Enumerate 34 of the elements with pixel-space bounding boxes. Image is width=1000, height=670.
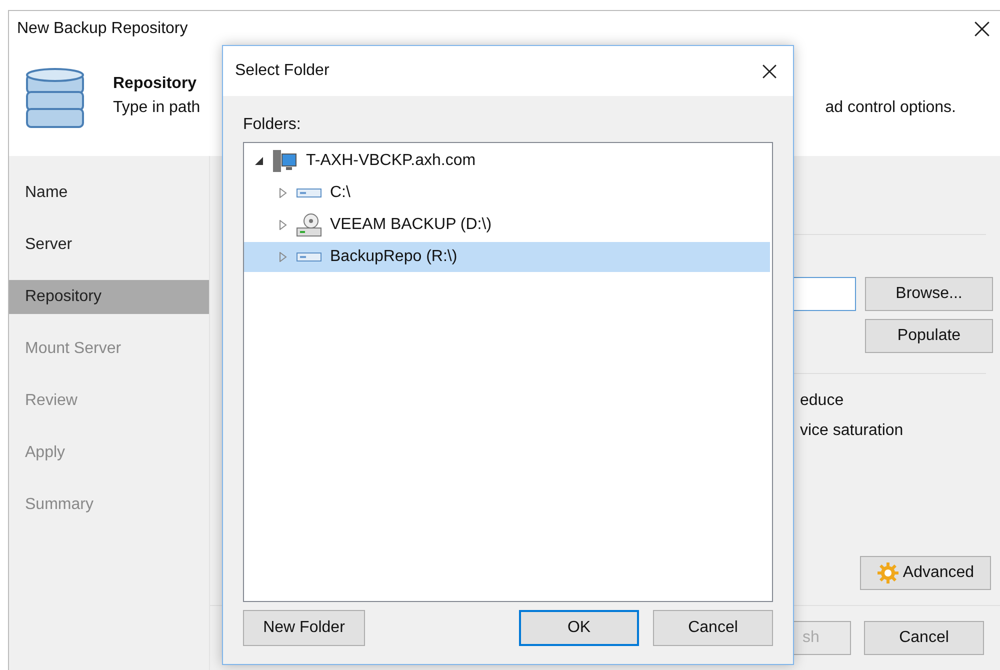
database-icon <box>25 67 85 129</box>
folder-tree-item[interactable]: T-AXH-VBCKP.axh.com <box>244 146 770 176</box>
expand-arrow-icon[interactable] <box>278 252 288 262</box>
dialog-title: Select Folder <box>235 62 330 80</box>
computer-icon <box>272 149 298 173</box>
folder-tree-item[interactable]: BackupRepo (R:\) <box>244 242 770 272</box>
advanced-button[interactable]: Advanced <box>860 556 991 590</box>
drive-icon <box>296 251 322 263</box>
cancel-button[interactable]: Cancel <box>864 621 984 655</box>
wizard-step[interactable]: Repository <box>9 280 209 314</box>
populate-button[interactable]: Populate <box>865 319 993 353</box>
wizard-step[interactable]: Name <box>9 176 209 210</box>
drive-icon <box>296 187 322 199</box>
folders-label: Folders: <box>243 115 302 134</box>
dialog-button[interactable]: Cancel <box>653 610 773 646</box>
dialog-button[interactable]: OK <box>519 610 639 646</box>
wizard-step[interactable]: Server <box>9 228 209 262</box>
close-icon[interactable] <box>762 64 777 78</box>
close-icon[interactable] <box>974 21 990 37</box>
step-description: ad control options. <box>825 99 956 117</box>
step-title: Repository <box>113 75 198 93</box>
option-text: vice saturation <box>799 422 904 440</box>
folder-tree-item[interactable]: C:\ <box>244 178 770 208</box>
step-description: Type in path <box>113 99 200 117</box>
option-text: educe <box>799 392 845 410</box>
browse-button[interactable]: Browse... <box>865 277 993 311</box>
collapse-arrow-icon[interactable] <box>254 156 264 166</box>
expand-arrow-icon[interactable] <box>278 188 288 198</box>
window-title: New Backup Repository <box>17 20 188 38</box>
folder-tree-item[interactable]: VEEAM BACKUP (D:\) <box>244 210 770 240</box>
gear-icon <box>876 562 899 584</box>
expand-arrow-icon[interactable] <box>278 220 288 230</box>
dialog-button[interactable]: New Folder <box>243 610 365 646</box>
drive-with-disc-icon <box>296 213 322 237</box>
